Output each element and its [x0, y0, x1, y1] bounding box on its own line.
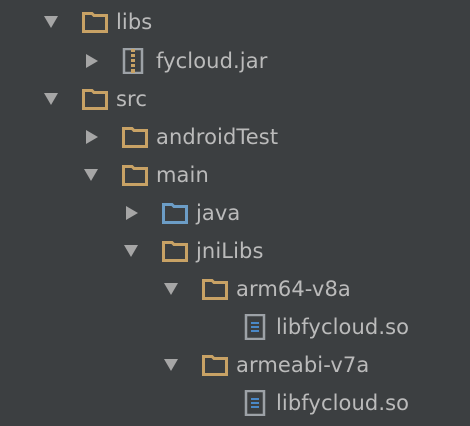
- tree-node-label: arm64-v8a: [236, 277, 351, 301]
- expanded-arrow-icon[interactable]: [42, 13, 60, 31]
- source-folder-icon: [162, 203, 188, 224]
- jar-archive-icon: [122, 48, 144, 74]
- tree-node-label: fycloud.jar: [156, 49, 268, 73]
- tree-node-src[interactable]: src: [0, 80, 470, 118]
- expanded-arrow-icon[interactable]: [42, 90, 60, 108]
- tree-node-label: jniLibs: [196, 239, 264, 263]
- tree-node-label: java: [196, 201, 241, 225]
- tree-node-label: libs: [116, 10, 153, 34]
- expanded-arrow-icon[interactable]: [162, 280, 180, 298]
- folder-icon: [122, 127, 148, 148]
- tree-node-armeabi-libfycloud-so[interactable]: libfycloud.so: [0, 384, 470, 422]
- file-icon: [244, 314, 266, 340]
- tree-node-label: main: [156, 163, 209, 187]
- expanded-arrow-icon[interactable]: [162, 356, 180, 374]
- tree-node-java[interactable]: java: [0, 194, 470, 232]
- tree-node-android-test[interactable]: androidTest: [0, 118, 470, 156]
- tree-node-fycloud-jar[interactable]: fycloud.jar: [0, 42, 470, 80]
- tree-node-label: libfycloud.so: [276, 391, 410, 415]
- tree-node-main[interactable]: main: [0, 156, 470, 194]
- tree-node-jni-libs[interactable]: jniLibs: [0, 232, 470, 270]
- collapsed-arrow-icon[interactable]: [83, 128, 101, 146]
- tree-node-armeabi-v7a[interactable]: armeabi-v7a: [0, 346, 470, 384]
- collapsed-arrow-icon[interactable]: [83, 52, 101, 70]
- tree-node-libs[interactable]: libs: [0, 3, 470, 41]
- tree-node-label: armeabi-v7a: [236, 353, 370, 377]
- collapsed-arrow-icon[interactable]: [123, 204, 141, 222]
- tree-node-label: src: [116, 87, 147, 111]
- folder-icon: [202, 279, 228, 300]
- folder-icon: [162, 241, 188, 262]
- tree-node-arm64-v8a[interactable]: arm64-v8a: [0, 270, 470, 308]
- tree-node-label: androidTest: [156, 125, 279, 149]
- folder-icon: [122, 165, 148, 186]
- folder-icon: [82, 12, 108, 33]
- tree-node-label: libfycloud.so: [276, 315, 410, 339]
- folder-icon: [82, 89, 108, 110]
- file-icon: [244, 390, 266, 416]
- folder-icon: [202, 355, 228, 376]
- expanded-arrow-icon[interactable]: [82, 166, 100, 184]
- project-tree: libs fycloud.jar src androidTest main ja…: [0, 0, 470, 426]
- tree-node-arm64-libfycloud-so[interactable]: libfycloud.so: [0, 308, 470, 346]
- expanded-arrow-icon[interactable]: [122, 242, 140, 260]
